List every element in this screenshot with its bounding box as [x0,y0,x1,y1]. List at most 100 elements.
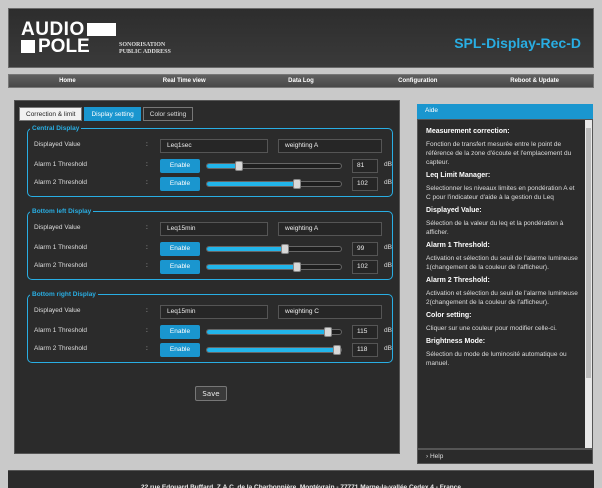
help-block: Leq Limit Manager: Selectionner les nive… [426,172,578,202]
help-text: Activation et sélection du seuil de l'al… [426,255,578,271]
row-label: Alarm 1 Threshold [34,327,87,334]
help-heading: Brightness Mode: [426,338,486,345]
logo-sub-line1: SONORISATION [119,42,166,48]
alarm2-slider[interactable] [206,262,342,272]
slider-knob[interactable] [235,161,243,171]
unit-label: dB [384,244,392,251]
settings-panel: Correction & limit Display setting Color… [14,100,400,454]
alarm2-value-input[interactable]: 118 [352,343,378,357]
unit-label: dB [384,262,392,269]
alarm2-row: Alarm 2 Threshold : Enable 102 dB [34,260,392,274]
alarm1-row: Alarm 1 Threshold : Enable 81 dB [34,159,392,173]
alarm1-enable-button[interactable]: Enable [160,159,200,173]
slider-knob[interactable] [281,244,289,254]
nav-configuration[interactable]: Configuration [359,75,476,87]
nav-real-time-view[interactable]: Real Time view [126,75,243,87]
bottom-left-display-group: Bottom left Display Displayed Value : Le… [27,208,393,280]
row-label: Displayed Value [34,224,81,231]
row-label: Alarm 2 Threshold [34,179,87,186]
alarm1-slider[interactable] [206,161,342,171]
slider-fill [207,348,337,352]
row-label: Alarm 2 Threshold [34,345,87,352]
row-colon: : [146,224,148,231]
central-display-group: Central Display Displayed Value : Leq1se… [27,125,393,197]
displayed-value-row: Displayed Value : Leq15min weighting A [34,222,388,236]
slider-fill [207,182,297,186]
row-colon: : [146,244,148,251]
alarm2-enable-button[interactable]: Enable [160,260,200,274]
alarm1-value-input[interactable]: 81 [352,159,378,173]
weighting-select[interactable]: weighting A [278,139,382,153]
alarm1-value-input[interactable]: 115 [352,325,378,339]
displayed-value-select[interactable]: Leq15min [160,305,268,319]
help-accordion[interactable]: › Help [417,449,593,464]
help-block: Brightness Mode: Sélection du mode de lu… [426,338,578,368]
unit-label: dB [384,161,392,168]
alarm1-enable-button[interactable]: Enable [160,325,200,339]
alarm2-slider[interactable] [206,345,342,355]
alarm1-row: Alarm 1 Threshold : Enable 99 dB [34,242,392,256]
help-heading: Leq Limit Manager: [426,172,491,179]
alarm2-value-input[interactable]: 102 [352,260,378,274]
unit-label: dB [384,179,392,186]
help-text: Selectionner les niveaux limites en pond… [426,185,575,201]
help-block: Displayed Value: Sélection de la valeur … [426,207,578,237]
nav-reboot-update[interactable]: Reboot & Update [476,75,593,87]
help-text: Fonction de transfert mesurée entre le p… [426,141,572,166]
row-colon: : [146,307,148,314]
help-block: Measurement correction: Fonction de tran… [426,128,578,167]
help-sidebar: Aide Measurement correction: Fonction de… [417,104,593,464]
displayed-value-select[interactable]: Leq1sec [160,139,268,153]
help-block: Alarm 1 Threshold: Activation et sélecti… [426,242,578,272]
row-label: Alarm 2 Threshold [34,262,87,269]
displayed-value-select[interactable]: Leq15min [160,222,268,236]
alarm2-value-input[interactable]: 102 [352,177,378,191]
slider-knob[interactable] [324,327,332,337]
group-title: Central Display [32,125,80,132]
alarm2-enable-button[interactable]: Enable [160,343,200,357]
chevron-right-icon: › [426,453,429,460]
aside-header[interactable]: Aide [417,104,593,119]
row-colon: : [146,161,148,168]
unit-label: dB [384,345,392,352]
slider-fill [207,330,328,334]
logo-sub-line2: PUBLIC ADDRESS [119,49,171,55]
row-colon: : [146,262,148,269]
weighting-select[interactable]: weighting A [278,222,382,236]
help-heading: Alarm 2 Threshold: [426,277,490,284]
weighting-select[interactable]: weighting C [278,305,382,319]
slider-knob[interactable] [293,262,301,272]
nav-data-log[interactable]: Data Log [243,75,360,87]
group-title: Bottom left Display [32,208,92,215]
aside-body: Measurement correction: Fonction de tran… [417,119,593,449]
slider-knob[interactable] [293,179,301,189]
help-heading: Displayed Value: [426,207,482,214]
row-label: Alarm 1 Threshold [34,161,87,168]
aside-scrollbar[interactable] [585,120,592,448]
footer-address: 22 rue Edouard Buffard, Z.A.C. de la Cha… [8,470,594,488]
help-heading: Alarm 1 Threshold: [426,242,490,249]
scrollbar-thumb[interactable] [586,128,591,378]
alarm2-slider[interactable] [206,179,342,189]
help-text: Activation et sélection du seuil de l'al… [426,290,578,306]
help-text: Cliquer sur une couleur pour modifier ce… [426,325,557,332]
tab-color-setting[interactable]: Color setting [142,107,194,121]
slider-knob[interactable] [333,345,341,355]
tab-correction-limit[interactable]: Correction & limit [19,107,83,121]
tab-display-setting[interactable]: Display setting [84,107,141,121]
alarm1-slider[interactable] [206,327,342,337]
app-header: AUDIO POLE SONORISATION PUBLIC ADDRESS S… [8,8,594,68]
tab-bar: Correction & limit Display setting Color… [19,107,194,121]
group-title: Bottom right Display [32,291,96,298]
alarm2-row: Alarm 2 Threshold : Enable 102 dB [34,177,392,191]
alarm1-slider[interactable] [206,244,342,254]
alarm1-enable-button[interactable]: Enable [160,242,200,256]
nav-home[interactable]: Home [9,75,126,87]
alarm2-enable-button[interactable]: Enable [160,177,200,191]
bottom-right-display-group: Bottom right Display Displayed Value : L… [27,291,393,363]
help-heading: Color setting: [426,312,472,319]
save-button[interactable]: Save [195,386,227,401]
alarm1-value-input[interactable]: 99 [352,242,378,256]
displayed-value-row: Displayed Value : Leq1sec weighting A [34,139,388,153]
row-label: Displayed Value [34,307,81,314]
